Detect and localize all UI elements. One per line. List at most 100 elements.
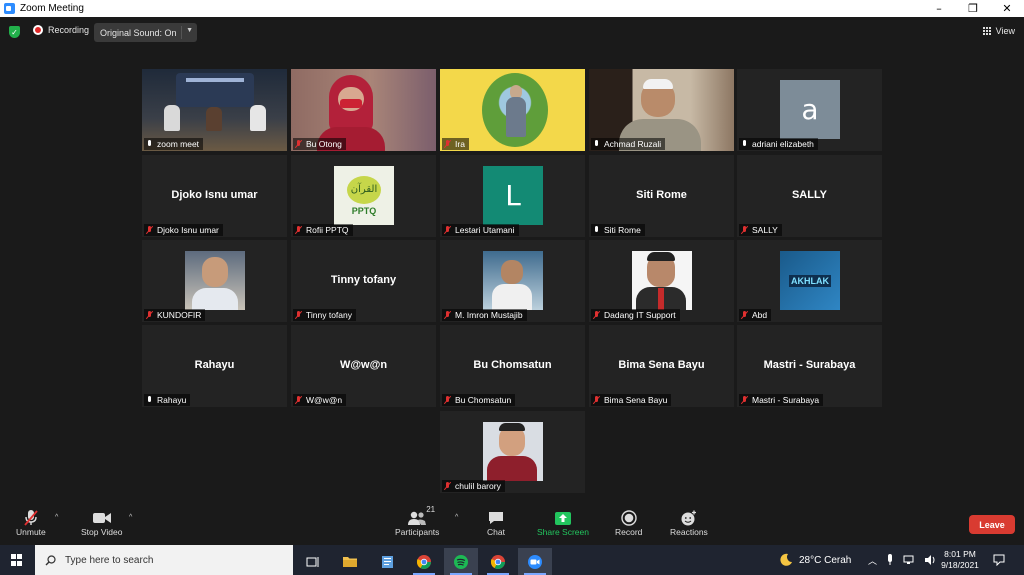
- participant-name: chulil barory: [455, 481, 501, 491]
- video-options-chevron-icon[interactable]: ^: [129, 514, 132, 521]
- participant-display-name: Mastri - Surabaya: [763, 359, 856, 371]
- participant-tile[interactable]: W@w@n W@w@n: [291, 325, 436, 407]
- participants-options-chevron-icon[interactable]: ^: [455, 514, 458, 521]
- task-view-icon[interactable]: [296, 548, 330, 575]
- participant-tile[interactable]: Tinny tofany Tinny tofany: [291, 240, 436, 322]
- participant-tile[interactable]: M. Imron Mustajib: [440, 240, 585, 322]
- participant-name: adriani elizabeth: [752, 139, 814, 149]
- microphone-icon: [593, 140, 601, 148]
- participant-name: Tinny tofany: [306, 310, 352, 320]
- participant-tile[interactable]: KUNDOFIR: [142, 240, 287, 322]
- participant-name: Mastri - Surabaya: [752, 395, 820, 405]
- participant-tile[interactable]: Siti Rome Siti Rome: [589, 155, 734, 237]
- unmute-label: Unmute: [16, 527, 46, 537]
- start-button[interactable]: [0, 545, 34, 575]
- microphone-muted-icon: [146, 226, 154, 234]
- video-camera-icon: [92, 509, 112, 527]
- microphone-muted-icon: [741, 311, 749, 319]
- participant-tile[interactable]: SALLY SALLY: [737, 155, 882, 237]
- participant-name: Lestari Utamani: [455, 225, 515, 235]
- audio-options-chevron-icon[interactable]: ^: [55, 514, 58, 521]
- participant-name-label: KUNDOFIR: [144, 309, 206, 321]
- participant-tile[interactable]: Achmad Ruzali: [589, 69, 734, 151]
- participant-display-name: Tinny tofany: [330, 274, 397, 286]
- close-button[interactable]: ✕: [990, 0, 1024, 17]
- participant-tile[interactable]: Rahayu Rahayu: [142, 325, 287, 407]
- taskbar-search-box[interactable]: Type here to search: [35, 545, 293, 575]
- chat-bubble-icon: [487, 509, 505, 527]
- participant-tile[interactable]: Bu Chomsatun Bu Chomsatun: [440, 325, 585, 407]
- participant-tile[interactable]: Dadang IT Support: [589, 240, 734, 322]
- participant-tile[interactable]: Ira: [440, 69, 585, 151]
- view-button[interactable]: View: [982, 26, 1015, 36]
- participant-name-label: Djoko Isnu umar: [144, 224, 223, 236]
- participant-name-label: SALLY: [739, 224, 782, 236]
- participant-tile[interactable]: Djoko Isnu umar Djoko Isnu umar: [142, 155, 287, 237]
- participant-tile[interactable]: zoom meet: [142, 69, 287, 151]
- participant-tile[interactable]: Bu Otong: [291, 69, 436, 151]
- weather-widget[interactable]: 28°C Cerah: [779, 545, 851, 575]
- participant-tile[interactable]: AKHLAK Abd: [737, 240, 882, 322]
- chat-button[interactable]: Chat: [487, 509, 505, 537]
- microphone-muted-icon: [295, 226, 303, 234]
- participant-tile[interactable]: chulil barory: [440, 411, 585, 493]
- minimize-button[interactable]: –: [922, 0, 956, 17]
- participant-name: M. Imron Mustajib: [455, 310, 523, 320]
- unmute-button[interactable]: Unmute: [16, 509, 46, 537]
- participant-tile[interactable]: Bima Sena Bayu Bima Sena Bayu: [589, 325, 734, 407]
- participant-name-label: M. Imron Mustajib: [442, 309, 527, 321]
- meeting-toolbar: Unmute ^ Stop Video ^ 21 Participants ^ …: [0, 505, 1024, 545]
- participant-name-label: Dadang IT Support: [591, 309, 680, 321]
- reactions-button[interactable]: Reactions: [670, 509, 708, 537]
- zoom-taskbar-icon[interactable]: [518, 548, 552, 575]
- tray-chevron-up-icon[interactable]: ︿: [868, 554, 877, 567]
- participant-tile[interactable]: a adriani elizabeth: [737, 69, 882, 151]
- microphone-icon: [146, 396, 154, 404]
- share-screen-button[interactable]: Share Screen: [537, 509, 589, 537]
- taskbar-clock[interactable]: 8:01 PM 9/18/2021: [934, 549, 986, 571]
- participant-name-label: Abd: [739, 309, 772, 321]
- recording-indicator[interactable]: Recording: [33, 25, 89, 35]
- microphone-muted-icon: [23, 509, 39, 527]
- record-button[interactable]: Record: [615, 509, 642, 537]
- file-explorer-icon[interactable]: [333, 548, 367, 575]
- original-sound-toggle[interactable]: Original Sound: On ▼: [94, 23, 197, 42]
- participant-name: Abd: [752, 310, 768, 320]
- participant-name-label: Siti Rome: [591, 224, 645, 236]
- participant-name: Rahayu: [157, 395, 187, 405]
- chrome-icon[interactable]: [407, 548, 441, 575]
- stop-video-button[interactable]: Stop Video: [81, 509, 122, 537]
- chrome-second-window-icon[interactable]: [481, 548, 515, 575]
- chevron-down-icon[interactable]: ▼: [186, 27, 193, 34]
- participants-button[interactable]: 21 Participants: [395, 505, 440, 537]
- windows-taskbar: Type here to search 28°C Cerah ︿ 8:01 PM…: [0, 545, 1024, 575]
- security-shield-icon[interactable]: ✓: [9, 26, 20, 38]
- leave-button[interactable]: Leave: [969, 515, 1015, 534]
- participant-tile[interactable]: Mastri - Surabaya Mastri - Surabaya: [737, 325, 882, 407]
- clock-time: 8:01 PM: [944, 549, 976, 559]
- participant-name-label: Tinny tofany: [293, 309, 356, 321]
- microphone-icon: [593, 226, 601, 234]
- participant-display-name: SALLY: [791, 189, 828, 201]
- participant-display-name: Rahayu: [194, 359, 235, 371]
- view-label: View: [995, 26, 1015, 36]
- notifications-icon[interactable]: [993, 545, 1005, 575]
- restore-button[interactable]: ❐: [956, 0, 990, 17]
- network-icon[interactable]: [903, 555, 915, 565]
- participant-name-label: Rofii PPTQ: [293, 224, 353, 236]
- search-icon: [45, 554, 56, 565]
- microphone-muted-icon: [741, 226, 749, 234]
- participant-name: Rofii PPTQ: [306, 225, 349, 235]
- participant-name: Bima Sena Bayu: [604, 395, 668, 405]
- pptq-logo: القرآن PPTQ: [334, 166, 394, 225]
- window-title-bar: Zoom Meeting – ❐ ✕: [0, 0, 1024, 17]
- participant-tile[interactable]: القرآن PPTQ Rofii PPTQ: [291, 155, 436, 237]
- microphone-icon: [741, 140, 749, 148]
- participants-label: Participants: [395, 527, 440, 537]
- microphone-muted-icon: [741, 396, 749, 404]
- notepad-icon[interactable]: [370, 548, 404, 575]
- tray-microphone-icon[interactable]: [886, 554, 894, 566]
- record-dot-icon: [33, 25, 43, 35]
- participant-tile[interactable]: L Lestari Utamani: [440, 155, 585, 237]
- spotify-icon[interactable]: [444, 548, 478, 575]
